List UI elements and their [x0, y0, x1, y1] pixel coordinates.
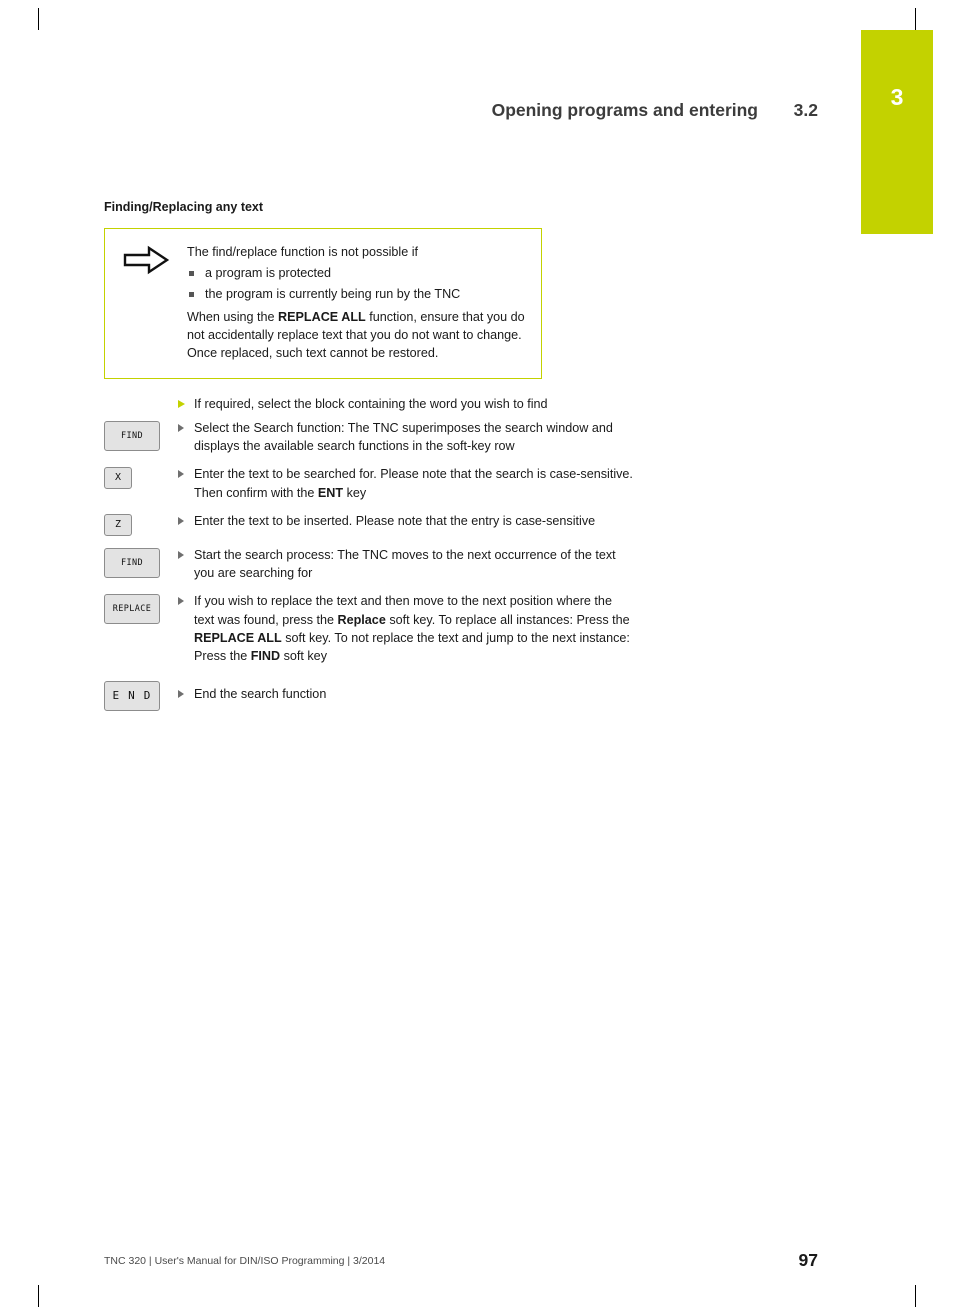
triangle-bullet-icon	[178, 690, 184, 699]
softkey-x[interactable]: X	[104, 467, 132, 490]
footer-manual-info: TNC 320 | User's Manual for DIN/ISO Prog…	[104, 1255, 386, 1267]
chapter-tab: 3	[861, 30, 933, 234]
step-text-label: End the search function	[194, 687, 327, 702]
crop-mark-top-right	[915, 8, 916, 30]
page-subheading: Finding/Replacing any text	[104, 200, 264, 214]
crop-mark-bottom-left	[38, 1285, 39, 1307]
note-intro: The find/replace function is not possibl…	[187, 245, 419, 259]
key-column-empty	[104, 395, 178, 397]
triangle-bullet-icon	[178, 597, 184, 606]
crop-mark-top-left	[38, 8, 39, 30]
step-text-emphasis-find: FIND	[250, 649, 281, 663]
softkey-z[interactable]: Z	[104, 513, 132, 536]
softkey-replace[interactable]: REPLACE	[104, 594, 160, 625]
triangle-bullet-icon	[178, 399, 185, 408]
step-text-part2: key	[343, 485, 367, 500]
step-row-end: E N D End the search function	[104, 679, 704, 712]
step-text-label: Select the Search function: The TNC supe…	[194, 420, 613, 453]
step-text-part1: Enter the text to be searched for. Pleas…	[194, 467, 633, 500]
step-text-part2: soft key. To replace all instances: Pres…	[385, 612, 630, 627]
arrow-right-note-icon	[123, 245, 171, 275]
step-list: If required, select the block containing…	[104, 395, 704, 712]
step-text-part4: soft key	[280, 649, 327, 663]
step-text-emphasis: ENT	[317, 485, 344, 500]
step-text: Enter the text to be searched for. Pleas…	[178, 465, 634, 502]
step-row-lead: If required, select the block containing…	[104, 395, 704, 413]
step-row-start-search: FIND Start the search process: The TNC m…	[104, 546, 704, 583]
note-bullet-text: the program is currently being run by th…	[205, 286, 461, 301]
step-text-emphasis-replace-all: REPLACE ALL	[194, 630, 282, 645]
softkey-end[interactable]: E N D	[104, 681, 160, 712]
note-paragraph: When using the REPLACE ALL function, ens…	[187, 308, 529, 363]
note-body: The find/replace function is not possibl…	[187, 243, 529, 363]
note-bullet-text: a program is protected	[205, 266, 331, 281]
triangle-bullet-icon	[178, 516, 184, 525]
page-header: Opening programs and entering 3.2	[104, 100, 818, 134]
header-title: Opening programs and entering	[491, 100, 758, 120]
step-text-label: Start the search process: The TNC moves …	[194, 547, 616, 580]
header-section-number: 3.2	[793, 100, 818, 120]
step-row-enter-search-text: X Enter the text to be searched for. Ple…	[104, 465, 704, 502]
softkey-find[interactable]: FIND	[104, 420, 160, 451]
step-row-find: FIND Select the Search function: The TNC…	[104, 419, 704, 456]
triangle-bullet-icon	[178, 550, 184, 559]
key-column: Z	[104, 512, 178, 536]
key-column: FIND	[104, 546, 178, 578]
chapter-number: 3	[890, 84, 904, 110]
key-column: E N D	[104, 679, 178, 712]
note-paragraph-part1: When using the	[187, 309, 279, 324]
page-number: 97	[798, 1250, 818, 1270]
triangle-bullet-icon	[178, 423, 184, 432]
triangle-bullet-icon	[178, 470, 184, 479]
key-column: REPLACE	[104, 592, 178, 625]
step-text: Start the search process: The TNC moves …	[178, 546, 634, 583]
page-content: Finding/Replacing any text The find/repl…	[104, 200, 704, 721]
crop-mark-bottom-right	[915, 1285, 916, 1307]
note-box: The find/replace function is not possibl…	[104, 228, 542, 379]
step-text-emphasis-replace: Replace	[337, 612, 386, 627]
step-row-replace: REPLACE If you wish to replace the text …	[104, 592, 704, 665]
note-bullet-item: a program is protected	[187, 264, 529, 282]
step-text: Enter the text to be inserted. Please no…	[178, 512, 634, 530]
step-text: If you wish to replace the text and then…	[178, 592, 634, 665]
step-text: If required, select the block containing…	[178, 395, 634, 413]
step-text: Select the Search function: The TNC supe…	[178, 419, 634, 456]
key-column: X	[104, 465, 178, 490]
note-paragraph-emphasis: REPLACE ALL	[278, 309, 366, 324]
bullet-square-icon	[189, 271, 194, 277]
note-bullet-list: a program is protected the program is cu…	[187, 264, 529, 303]
step-text-label: Enter the text to be inserted. Please no…	[194, 513, 596, 528]
step-row-enter-insert-text: Z Enter the text to be inserted. Please …	[104, 512, 704, 536]
key-column: FIND	[104, 419, 178, 451]
step-text: End the search function	[178, 679, 634, 703]
bullet-square-icon	[189, 291, 194, 297]
softkey-find-start[interactable]: FIND	[104, 547, 160, 578]
note-bullet-item: the program is currently being run by th…	[187, 285, 529, 303]
page-footer: TNC 320 | User's Manual for DIN/ISO Prog…	[104, 1245, 818, 1270]
step-text-label: If required, select the block containing…	[194, 396, 548, 411]
